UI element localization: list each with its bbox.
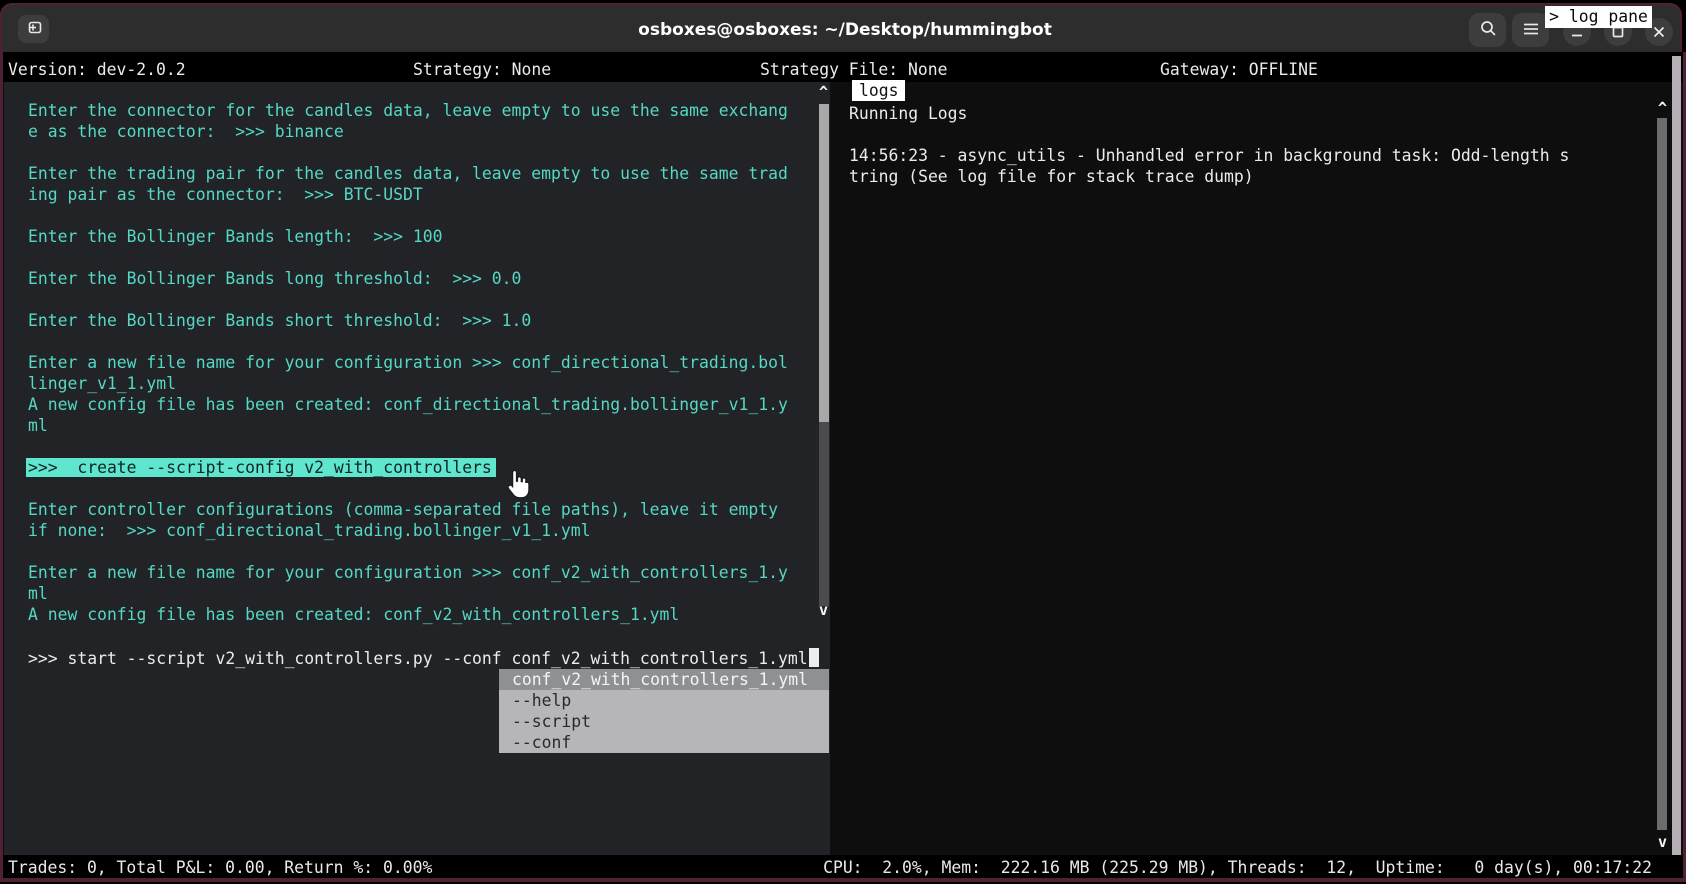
hummingbot-header: Version: dev-2.0.2 Strategy: None Strate…	[3, 52, 1683, 82]
window-border-bottom	[0, 878, 1686, 882]
terminal-output-line	[28, 478, 788, 499]
terminal-output-line: if none: >>> conf_directional_trading.bo…	[28, 520, 788, 541]
log-pane-button[interactable]: > log pane	[1545, 6, 1652, 28]
log-line: tring (See log file for stack trace dump…	[849, 166, 1569, 187]
terminal-output-line: Enter controller configurations (comma-s…	[28, 499, 788, 520]
command-text: >>> start --script v2_with_controllers.p…	[28, 649, 808, 668]
autocomplete-option[interactable]: --conf	[499, 732, 829, 753]
log-scrollbar-track[interactable]	[1657, 118, 1667, 830]
terminal-output-line: ing pair as the connector: >>> BTC-USDT	[28, 184, 788, 205]
terminal-output-line: Enter the Bollinger Bands short threshol…	[28, 310, 788, 331]
terminal-output-line: A new config file has been created: conf…	[28, 604, 788, 625]
titlebar[interactable]: osboxes@osboxes: ~/Desktop/hummingbot	[0, 3, 1682, 52]
terminal-output-line: ml	[28, 583, 788, 604]
terminal-output-line: >>> create --script-config v2_with_contr…	[28, 457, 788, 478]
log-scroll-down-icon[interactable]: v	[1658, 834, 1667, 850]
magnifier-icon	[1479, 19, 1497, 41]
output-lines: Enter the connector for the candles data…	[28, 100, 788, 625]
autocomplete-option[interactable]: conf_v2_with_controllers_1.yml	[499, 669, 829, 690]
strategy-file-label: Strategy File: None	[760, 59, 948, 80]
terminal-scrollbar[interactable]	[1672, 56, 1681, 874]
terminal-output-line: linger_v1_1.yml	[28, 373, 788, 394]
terminal-output-line	[28, 289, 788, 310]
strategy-label: Strategy: None	[413, 59, 551, 80]
window-title: osboxes@osboxes: ~/Desktop/hummingbot	[2, 20, 1686, 40]
terminal-output-line: A new config file has been created: conf…	[28, 394, 788, 415]
terminal-output-line	[28, 331, 788, 352]
terminal-output-line: Enter the connector for the candles data…	[28, 100, 788, 121]
terminal-output-line	[28, 247, 788, 268]
hamburger-icon	[1523, 21, 1539, 40]
terminal-output-line: Enter the Bollinger Bands long threshold…	[28, 268, 788, 289]
output-scroll-up-icon[interactable]: ^	[819, 84, 828, 100]
output-scrollbar-thumb[interactable]	[819, 104, 829, 422]
status-system-label: CPU: 2.0%, Mem: 222.16 MB (225.29 MB), T…	[823, 857, 1652, 878]
status-trades-label: Trades: 0, Total P&L: 0.00, Return %: 0.…	[8, 857, 432, 878]
mouse-cursor	[505, 468, 532, 503]
running-logs-title: Running Logs	[849, 103, 967, 124]
tab-logs[interactable]: logs	[852, 80, 905, 101]
log-scroll-up-icon[interactable]: ^	[1658, 100, 1667, 116]
output-scrollbar-track[interactable]	[819, 422, 829, 606]
window-border-left	[0, 52, 3, 878]
version-label: Version: dev-2.0.2	[8, 59, 186, 80]
terminal-window: osboxes@osboxes: ~/Desktop/hummingbot	[0, 0, 1686, 884]
terminal-output-line: e as the connector: >>> binance	[28, 121, 788, 142]
autocomplete-option[interactable]: --help	[499, 690, 829, 711]
log-lines: 14:56:23 - async_utils - Unhandled error…	[849, 145, 1569, 187]
terminal-output-line: Enter the trading pair for the candles d…	[28, 163, 788, 184]
menu-button[interactable]	[1512, 13, 1549, 47]
text-cursor	[809, 648, 819, 667]
terminal-output-line: Enter a new file name for your configura…	[28, 562, 788, 583]
search-button[interactable]	[1469, 13, 1506, 47]
terminal-output-line	[28, 436, 788, 457]
terminal-output-line	[28, 205, 788, 226]
highlighted-command: >>> create --script-config v2_with_contr…	[26, 458, 496, 477]
output-scroll-down-icon[interactable]: v	[819, 602, 828, 618]
terminal-output-line: Enter the Bollinger Bands length: >>> 10…	[28, 226, 788, 247]
log-line: 14:56:23 - async_utils - Unhandled error…	[849, 145, 1569, 166]
command-input[interactable]: >>> start --script v2_with_controllers.p…	[28, 648, 819, 669]
gateway-label: Gateway: OFFLINE	[1160, 59, 1318, 80]
close-icon	[1653, 23, 1665, 42]
terminal-output-line: ml	[28, 415, 788, 436]
terminal-output-line	[28, 142, 788, 163]
terminal-output-line: Enter a new file name for your configura…	[28, 352, 788, 373]
autocomplete-dropdown: conf_v2_with_controllers_1.yml--help--sc…	[499, 669, 829, 753]
autocomplete-option[interactable]: --script	[499, 711, 829, 732]
terminal-output-line	[28, 541, 788, 562]
